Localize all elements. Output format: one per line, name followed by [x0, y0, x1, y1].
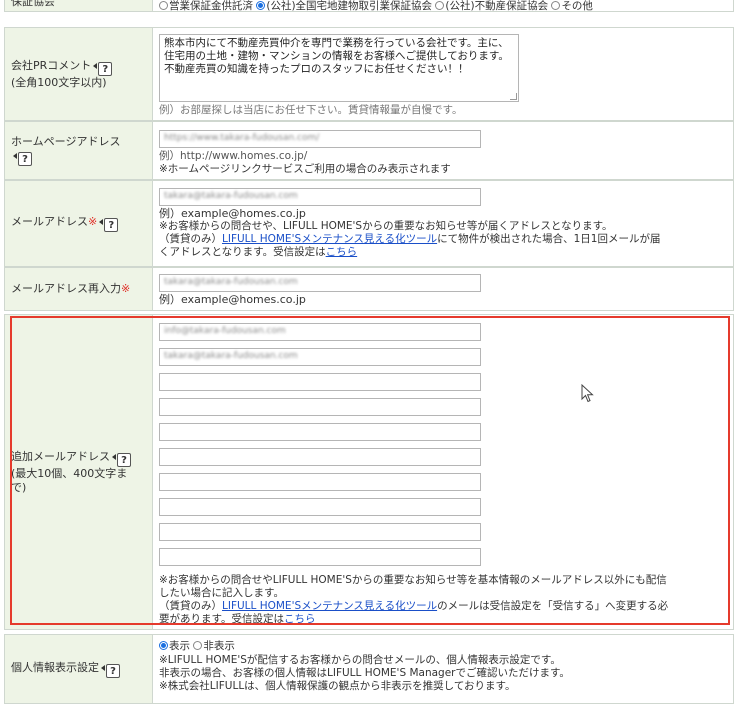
extra-email-input-3[interactable]: [159, 373, 481, 391]
guarantee-option-1[interactable]: 営業保証金供託済: [159, 0, 253, 12]
receive-settings-link[interactable]: こちら: [326, 246, 358, 258]
homepage-input[interactable]: https://www.takara-fudousan.com/: [159, 130, 481, 148]
required-mark: ※: [88, 215, 98, 228]
resize-handle-icon[interactable]: [510, 93, 517, 100]
radio-icon[interactable]: [159, 1, 168, 10]
homepage-label-cell: ホームページアドレス ?: [5, 122, 153, 179]
help-icon[interactable]: ?: [98, 61, 113, 76]
maintenance-tool-link[interactable]: LIFULL HOME'Sメンテナンス見える化ツール: [222, 233, 437, 245]
email-note-3-prefix: くアドレスとなります。受信設定は: [159, 246, 326, 258]
extra-email-input-4[interactable]: [159, 398, 481, 416]
privacy-note-1: ※LIFULL HOME'Sが配信するお客様からの問合せメールの、個人情報表示設…: [159, 654, 561, 666]
radio-selected-icon[interactable]: [159, 641, 168, 650]
pr-comment-label-cell: 会社PRコメント? (全角100文字以内): [5, 28, 153, 120]
extra-email-limit-2: で): [11, 480, 27, 494]
pr-comment-limit: (全角100文字以内): [11, 75, 107, 89]
privacy-row: 個人情報表示設定? 表示 非表示 ※LIFULL HOME'Sが配信するお客様か…: [4, 634, 734, 704]
extra-email-note-4: 要があります。受信設定はこちら: [159, 613, 315, 626]
radio-selected-icon[interactable]: [256, 1, 266, 10]
homepage-note: ※ホームページリンクサービスご利用の場合のみ表示されます: [159, 163, 451, 175]
homepage-input-value: https://www.takara-fudousan.com/: [164, 133, 320, 143]
email-label-cell: メールアドレス※?: [5, 181, 153, 266]
email-input[interactable]: takara@takara-fudousan.com: [159, 188, 481, 206]
email-note-3: くアドレスとなります。受信設定はこちら: [159, 246, 357, 259]
pr-comment-row: 会社PRコメント? (全角100文字以内) 熊本市内にて不動産売買仲介を専門で業…: [4, 27, 734, 121]
guarantee-content: 営業保証金供託済 (公社)全国宅地建物取引業保証協会 (公社)不動産保証協会 そ…: [153, 0, 733, 12]
guarantee-label: 保証協会: [11, 0, 55, 8]
radio-icon[interactable]: [435, 1, 445, 10]
extra-email-limit-1: (最大10個、400文字ま: [11, 466, 128, 480]
privacy-note-3: ※株式会社LIFULLは、個人情報保護の観点から非表示を推奨しております。: [159, 680, 516, 692]
tooltip-arrow-icon: [93, 62, 98, 69]
required-mark: ※: [121, 282, 131, 295]
pr-comment-value: 熊本市内にて不動産売買仲介を専門で業務を行っている会社です。主に、住宅用の土地・…: [164, 37, 509, 75]
extra-email-note-3-prefix: （賃貸のみ）: [159, 600, 222, 612]
privacy-label-cell: 個人情報表示設定?: [5, 635, 153, 703]
extra-email-input-1[interactable]: info@takara-fudousan.com: [159, 323, 481, 341]
email-confirm-input-value: takara@takara-fudousan.com: [164, 277, 298, 287]
email-note-1: ※お客様からの問合せや、LIFULL HOME'Sからの重要なお知らせ等が届くア…: [159, 220, 613, 232]
radio-icon[interactable]: [551, 1, 561, 10]
tooltip-arrow-icon: [112, 453, 116, 460]
guarantee-option-3[interactable]: (公社)不動産保証協会: [435, 0, 548, 12]
extra-email-input-7[interactable]: [159, 473, 481, 491]
extra-email-note-4-prefix: 要があります。受信設定は: [159, 613, 284, 625]
help-icon[interactable]: ?: [104, 218, 119, 232]
homepage-example: 例）http://www.homes.co.jp/: [159, 150, 308, 162]
privacy-option-show[interactable]: 表示: [159, 640, 190, 652]
tooltip-arrow-icon: [101, 664, 105, 671]
email-note-2-suffix: にて物件が検出された場合、1日1回メールが届: [437, 233, 661, 245]
mouse-cursor-icon: [581, 384, 594, 403]
extra-email-input-6[interactable]: [159, 448, 481, 466]
email-confirm-input[interactable]: takara@takara-fudousan.com: [159, 274, 481, 292]
extra-email-input-value: info@takara-fudousan.com: [164, 326, 286, 336]
extra-email-note-3-suffix: のメールは受信設定を「受信する」へ変更する必: [437, 600, 669, 612]
help-icon[interactable]: ?: [117, 452, 131, 467]
homepage-label: ホームページアドレス: [11, 135, 121, 148]
pr-comment-example: 例）お部屋探しは当店にお任せ下さい。賃貸情報量が自慢です。: [159, 104, 463, 116]
tooltip-arrow-icon: [13, 153, 17, 159]
extra-email-note-3: （賃貸のみ）LIFULL HOME'Sメンテナンス見える化ツールのメールは受信設…: [159, 600, 668, 613]
email-confirm-label: メールアドレス再入力: [11, 282, 121, 295]
privacy-label: 個人情報表示設定: [11, 660, 99, 674]
email-row: メールアドレス※? takara@takara-fudousan.com 例）e…: [4, 180, 734, 267]
guarantee-label-cell: 保証協会: [5, 0, 153, 11]
extra-email-input-5[interactable]: [159, 423, 481, 441]
guarantee-option-2[interactable]: (公社)全国宅地建物取引業保証協会: [256, 0, 432, 12]
email-note-2: （賃貸のみ）LIFULL HOME'Sメンテナンス見える化ツールにて物件が検出さ…: [159, 233, 660, 246]
email-label: メールアドレス: [11, 215, 88, 228]
extra-email-note-2: したい場合に記入します。: [159, 587, 284, 599]
homepage-row: ホームページアドレス ? https://www.takara-fudousan…: [4, 121, 734, 180]
extra-email-input-2[interactable]: takara@takara-fudousan.com: [159, 348, 481, 366]
email-input-value: takara@takara-fudousan.com: [164, 191, 298, 201]
extra-email-label-cell: 追加メールアドレス? (最大10個、400文字ま で): [5, 315, 153, 629]
extra-email-row: 追加メールアドレス? (最大10個、400文字ま で) info@takara-…: [4, 314, 734, 630]
extra-email-input-10[interactable]: [159, 548, 481, 566]
guarantee-option-4[interactable]: その他: [551, 0, 593, 12]
pr-comment-textarea[interactable]: 熊本市内にて不動産売買仲介を専門で業務を行っている会社です。主に、住宅用の土地・…: [159, 34, 519, 102]
receive-settings-link[interactable]: こちら: [284, 613, 316, 625]
radio-icon[interactable]: [193, 641, 203, 650]
guarantee-row: 保証協会 営業保証金供託済 (公社)全国宅地建物取引業保証協会 (公社)不動産保…: [4, 0, 734, 12]
extra-email-label: 追加メールアドレス: [11, 449, 110, 463]
maintenance-tool-link[interactable]: LIFULL HOME'Sメンテナンス見える化ツール: [222, 600, 437, 612]
email-note-2-prefix: （賃貸のみ）: [159, 233, 222, 245]
help-icon[interactable]: ?: [18, 152, 32, 166]
extra-email-input-value: takara@takara-fudousan.com: [164, 351, 298, 361]
pr-comment-label: 会社PRコメント: [11, 58, 92, 72]
privacy-note-2: 非表示の場合、お客様の個人情報はLIFULL HOME'S Managerでご確…: [159, 667, 570, 679]
tooltip-arrow-icon: [99, 219, 104, 225]
extra-email-input-9[interactable]: [159, 523, 481, 541]
privacy-option-hide[interactable]: 非表示: [193, 640, 235, 652]
email-confirm-row: メールアドレス再入力※ takara@takara-fudousan.com 例…: [4, 267, 734, 311]
extra-email-note-1: ※お客様からの問合せやLIFULL HOME'Sからの重要なお知らせ等を基本情報…: [159, 574, 667, 586]
email-confirm-label-cell: メールアドレス再入力※: [5, 268, 153, 310]
privacy-options: 表示 非表示: [159, 640, 235, 653]
email-confirm-example: 例）example@homes.co.jp: [159, 293, 306, 306]
extra-email-input-8[interactable]: [159, 498, 481, 516]
email-example: 例）example@homes.co.jp: [159, 207, 306, 220]
help-icon[interactable]: ?: [106, 663, 120, 678]
